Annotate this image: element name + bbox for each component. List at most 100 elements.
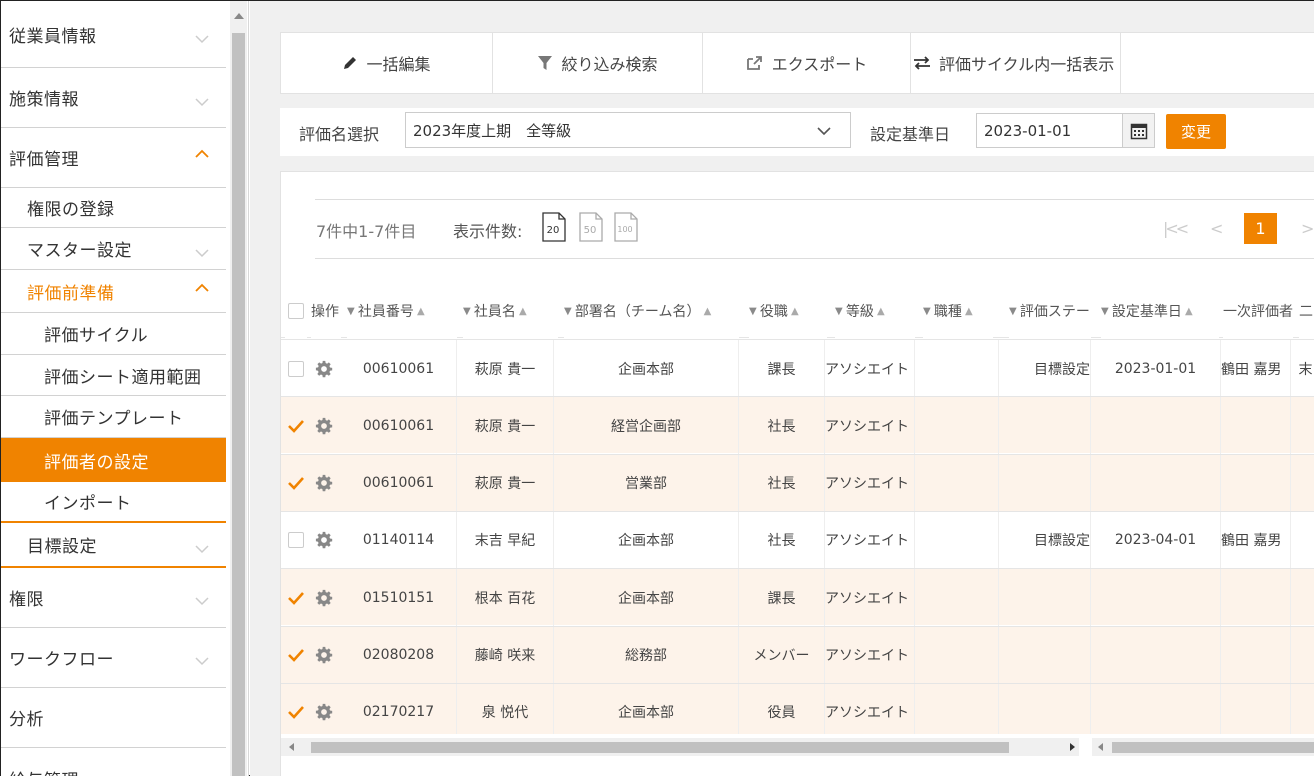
sidebar-item-goal-setting[interactable]: 目標設定 xyxy=(1,523,226,568)
export-button[interactable]: エクスポート xyxy=(703,33,911,93)
bulk-edit-button[interactable]: 一括編集 xyxy=(281,33,493,93)
sidebar-item-evaluator-settings[interactable]: 評価者の設定 xyxy=(1,438,226,482)
table-row[interactable]: 00610061 萩原 貴一 営業部 社長 アソシエイト xyxy=(281,453,1314,512)
row-checkbox-cell xyxy=(285,512,307,569)
sidebar-item-payroll[interactable]: 給与管理 xyxy=(1,748,226,776)
sidebar-item-label: 評価管理 xyxy=(9,150,79,170)
horizontal-scrollbar-left[interactable] xyxy=(281,738,1079,756)
cell-base-date: 2023-01-01 xyxy=(1091,340,1221,397)
table-row[interactable]: 01140114 末吉 早紀 企画本部 社長 アソシエイト 目標設定 2023-04-01 鶴… xyxy=(281,510,1314,569)
cycle-bulk-view-label: 評価サイクル内一括表示 xyxy=(939,55,1115,74)
header-emp-name[interactable]: ▼ 社員名 ▲ xyxy=(463,284,558,338)
table-row[interactable]: 02170217 泉 悦代 企画本部 役員 アソシエイト xyxy=(281,682,1314,734)
cell-emp-no: 00610061 xyxy=(341,454,457,512)
header-base-date[interactable]: ▼ 設定基準日 ▲ xyxy=(1101,284,1219,338)
base-date-input[interactable]: 2023-01-01 xyxy=(976,113,1122,148)
header-grade[interactable]: ▼ 等級 ▲ xyxy=(835,284,915,338)
checkmark-icon[interactable] xyxy=(287,647,305,663)
sidebar-item-master-settings[interactable]: マスター設定 xyxy=(1,228,226,270)
chevron-down-icon xyxy=(195,35,209,44)
select-all-checkbox[interactable] xyxy=(288,303,304,319)
sidebar-item-label: 分析 xyxy=(9,710,44,730)
sidebar-item-evaluation-mgmt[interactable]: 評価管理 xyxy=(1,128,226,188)
row-checkbox[interactable] xyxy=(288,532,304,549)
prev-page-button[interactable]: < xyxy=(1210,219,1223,238)
sidebar-scrollbar[interactable] xyxy=(230,1,247,776)
per-page-20-icon[interactable]: 20 xyxy=(542,212,566,242)
header-eval-status[interactable]: ▼ 評価ステータス xyxy=(1009,284,1091,338)
cell-grade: アソシエイト xyxy=(825,511,915,569)
sidebar-item-analysis[interactable]: 分析 xyxy=(1,688,226,748)
scroll-up-arrow-icon[interactable] xyxy=(234,13,244,19)
main-content: 一括編集 絞り込み検索 エクスポート 評価サイクル内一括表示 評価名選択 202… xyxy=(250,1,1314,776)
per-page-100-icon[interactable]: 100 xyxy=(614,212,638,242)
gear-icon[interactable] xyxy=(315,646,333,664)
checkmark-icon[interactable] xyxy=(287,704,305,720)
per-page-50-icon[interactable]: 50 xyxy=(579,212,603,242)
table-row[interactable]: 00610061 萩原 貴一 企画本部 課長 アソシエイト 目標設定 2023-01-01 鶴… xyxy=(281,339,1314,397)
sidebar-nav: 従業員情報 施策情報 評価管理 権限の登録 マスター設定 評価前準備 評価サイク… xyxy=(1,1,226,776)
header-job-type[interactable]: ▼ 職種 ▲ xyxy=(923,284,993,338)
cycle-bulk-view-button[interactable]: 評価サイクル内一括表示 xyxy=(911,33,1121,93)
header-position[interactable]: ▼ 役職 ▲ xyxy=(749,284,827,338)
horizontal-scrollbar-right[interactable] xyxy=(1092,738,1314,756)
checkmark-icon[interactable] xyxy=(287,475,305,491)
header-dept[interactable]: ▼ 部署名（チーム名） ▲ xyxy=(564,284,739,338)
gear-icon[interactable] xyxy=(315,474,333,492)
scrollbar-thumb[interactable] xyxy=(1112,742,1314,753)
checkmark-icon[interactable] xyxy=(287,590,305,606)
sidebar-item-eval-template[interactable]: 評価テンプレート xyxy=(1,396,226,438)
change-button[interactable]: 変更 xyxy=(1166,114,1226,149)
eval-name-select[interactable]: 2023年度上期 全等級 xyxy=(405,112,851,148)
cell-emp-name: 根本 百花 xyxy=(457,569,554,627)
cell-eval-status xyxy=(999,569,1091,627)
record-count: 7件中1-7件目 xyxy=(316,222,417,241)
gear-icon[interactable] xyxy=(315,417,333,435)
header-emp-no[interactable]: ▼ 社員番号 ▲ xyxy=(347,284,457,338)
checkmark-icon[interactable] xyxy=(287,418,305,434)
row-checkbox[interactable] xyxy=(288,360,304,377)
header-first-evaluator[interactable]: 一次評価者 xyxy=(1223,284,1293,338)
header-label: 社員名 xyxy=(473,304,516,320)
sidebar-item-measures-info[interactable]: 施策情報 xyxy=(1,68,226,128)
table-row[interactable]: 02080208 藤崎 咲来 総務部 メンバー アソシエイト xyxy=(281,625,1314,684)
gear-icon[interactable] xyxy=(315,703,333,721)
sidebar-item-pre-evaluation[interactable]: 評価前準備 xyxy=(1,270,226,313)
page-button-current[interactable]: 1 xyxy=(1244,213,1277,244)
sidebar-item-label: 評価者の設定 xyxy=(44,452,149,473)
cell-second-evaluator xyxy=(1296,455,1314,512)
cell-second-evaluator xyxy=(1296,569,1314,626)
sidebar-item-eval-cycle[interactable]: 評価サイクル xyxy=(1,313,226,355)
gear-icon[interactable] xyxy=(315,531,333,549)
table-row[interactable]: 01510151 根本 百花 企画本部 課長 アソシエイト xyxy=(281,568,1314,627)
evaluator-table: 操作 ▼ 社員番号 ▲ ▼ 社員名 ▲ ▼ 部署名（チーム名） ▲ ▼ 役職 ▲… xyxy=(281,284,1314,734)
sidebar-item-employee-info[interactable]: 従業員情報 xyxy=(1,1,226,68)
sidebar-item-permissions[interactable]: 権限 xyxy=(1,568,226,628)
calendar-button[interactable] xyxy=(1122,113,1155,148)
chevron-up-icon xyxy=(195,283,209,292)
cell-position: 課長 xyxy=(739,340,825,397)
sidebar-item-permission-register[interactable]: 権限の登録 xyxy=(1,188,226,228)
chevron-up-icon xyxy=(195,149,209,158)
filter-search-button[interactable]: 絞り込み検索 xyxy=(493,33,703,93)
cell-emp-no: 02170217 xyxy=(341,683,457,734)
chevron-down-icon xyxy=(195,597,209,606)
scrollbar-thumb[interactable] xyxy=(311,742,1009,753)
sidebar-item-import[interactable]: インポート xyxy=(1,482,226,523)
scrollbar-thumb[interactable] xyxy=(232,33,245,776)
sidebar-item-eval-sheet-scope[interactable]: 評価シート適用範囲 xyxy=(1,355,226,396)
next-page-button[interactable]: > xyxy=(1301,219,1314,238)
scroll-left-arrow-icon[interactable] xyxy=(1098,743,1103,751)
select-all-checkbox-cell xyxy=(285,284,307,338)
first-page-button[interactable]: |<< xyxy=(1163,219,1189,238)
table-row[interactable]: 00610061 萩原 貴一 経営企画部 社長 アソシエイト xyxy=(281,396,1314,455)
gear-icon[interactable] xyxy=(315,589,333,607)
header-second-evaluator[interactable]: 二 xyxy=(1299,284,1314,338)
header-label: 役職 xyxy=(759,304,788,320)
gear-icon[interactable] xyxy=(315,360,333,378)
cell-position: 役員 xyxy=(739,683,825,734)
scroll-left-arrow-icon[interactable] xyxy=(289,743,294,751)
sidebar-item-workflow[interactable]: ワークフロー xyxy=(1,628,226,688)
cell-emp-no: 00610061 xyxy=(341,340,457,397)
scroll-right-arrow-icon[interactable] xyxy=(1070,743,1075,751)
